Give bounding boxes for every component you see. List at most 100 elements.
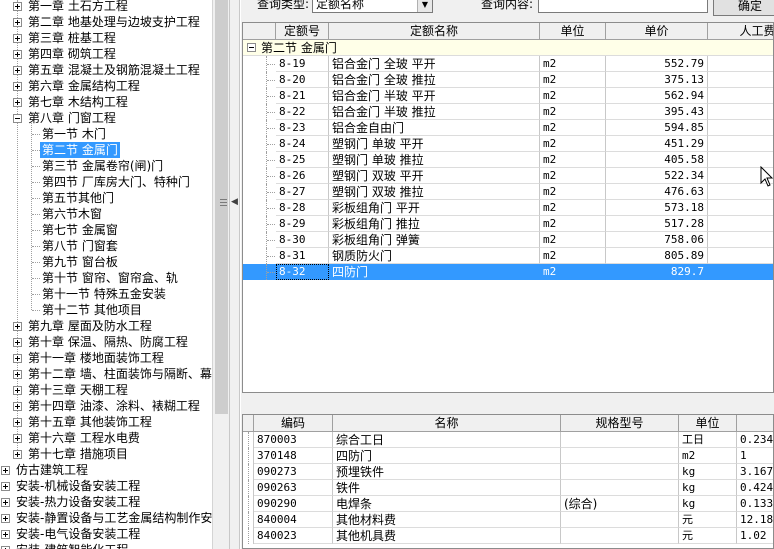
table-row[interactable]: 8-31 钢质防火门 m2 805.89 [243,248,773,264]
tree-item[interactable]: 第十一节 特殊五金安装 [0,286,212,302]
tree-item[interactable]: 第十三章 天棚工程 [0,382,212,398]
tree-item[interactable]: 第三节 金属卷帘(闸)门 [0,158,212,174]
tree-item[interactable]: 仿古建筑工程 [0,462,212,478]
table-row[interactable]: 870003 综合工日 工日 0.234 [243,432,773,448]
collapse-icon[interactable] [13,114,22,123]
group-row[interactable]: 第二节 金属门 [243,40,773,56]
expand-icon[interactable] [13,434,22,443]
tree-item[interactable]: 第七章 木结构工程 [0,94,212,110]
query-content-input[interactable] [538,0,708,13]
expand-icon[interactable] [13,338,22,347]
table-row[interactable]: 8-32 四防门 m2 829.7 [243,264,773,280]
table-row[interactable]: 090273 预埋铁件 kg 3.167 [243,464,773,480]
expand-icon[interactable] [13,18,22,27]
table-row[interactable]: 8-22 铝合金门 半玻 推拉 m2 395.43 [243,104,773,120]
tree-item[interactable]: 第五节其他门 [0,190,212,206]
expand-icon[interactable] [13,322,22,331]
col-labor-cost[interactable]: 人工费 [708,23,773,40]
col-material-code[interactable]: 编码 [254,415,333,432]
query-type-select[interactable]: 定额名称 ▼ [312,0,433,13]
tree-item[interactable]: 第十四章 油漆、涂料、裱糊工程 [0,398,212,414]
table-row[interactable]: 090290 电焊条 (综合) kg 0.133 [243,496,773,512]
table-row[interactable]: 090263 铁件 kg 0.424 [243,480,773,496]
tree-item[interactable]: 第八章 门窗工程 [0,110,212,126]
expand-icon[interactable] [13,34,22,43]
table-row[interactable]: 8-26 塑钢门 双玻 平开 m2 522.34 [243,168,773,184]
col-quota-code[interactable]: 定额号 [276,23,329,40]
expand-icon[interactable] [13,386,22,395]
tree-item[interactable]: 第三章 桩基工程 [0,30,212,46]
tree-item[interactable]: 第十七章 措施项目 [0,446,212,462]
col-spec[interactable]: 规格型号 [561,415,679,432]
expand-icon[interactable] [13,66,22,75]
chapter-tree[interactable]: 第一章 土石方工程 第二章 地基处理与边坡支护工程 第三章 桩基工程 第四章 砌筑工程… [0,0,212,549]
table-row[interactable]: 8-28 彩板组角门 平开 m2 573.18 [243,200,773,216]
tree-item[interactable]: 第七节 金属窗 [0,222,212,238]
expand-icon[interactable] [13,98,22,107]
dropdown-arrow-icon[interactable]: ▼ [417,0,432,12]
tree-item[interactable]: 第一节 木门 [0,126,212,142]
tree-item[interactable]: 安装-热力设备安装工程 [0,494,212,510]
tree-item[interactable]: 第十节 窗帘、窗帘盒、轨 [0,270,212,286]
tree-item[interactable]: 第十二章 墙、柱面装饰与隔断、幕 [0,366,212,382]
material-grid[interactable]: 编码 名称 规格型号 单位 870003 综合工日 工日 0.234 370148 四防门… [242,414,774,549]
tree-item[interactable]: 第十一章 楼地面装饰工程 [0,350,212,366]
tree-item[interactable]: 第二章 地基处理与边坡支护工程 [0,14,212,30]
expand-icon[interactable] [1,514,10,523]
tree-item[interactable]: 第六节木窗 [0,206,212,222]
table-row[interactable]: 8-29 彩板组角门 推拉 m2 517.28 [243,216,773,232]
tree-item[interactable]: 安装-静置设备与工艺金属结构制作安 [0,510,212,526]
tree-item[interactable]: 第一章 土石方工程 [0,0,212,14]
table-row[interactable]: 8-21 铝合金门 半玻 平开 m2 562.94 [243,88,773,104]
tree-item[interactable]: 第四节 厂库房大门、特种门 [0,174,212,190]
tree-item[interactable]: 安装-电气设备安装工程 [0,526,212,542]
tree-vertical-scrollbar[interactable] [212,0,229,549]
tree-item[interactable]: 第十二节 其他项目 [0,302,212,318]
table-row[interactable]: 8-27 塑钢门 双玻 推拉 m2 476.63 [243,184,773,200]
expand-icon[interactable] [13,50,22,59]
confirm-button[interactable]: 确定 [713,0,774,16]
tree-item[interactable]: 第五章 混凝土及钢筋混凝土工程 [0,62,212,78]
expand-icon[interactable] [13,2,22,11]
table-row[interactable]: 8-25 塑钢门 单玻 推拉 m2 405.58 [243,152,773,168]
table-row[interactable]: 8-30 彩板组角门 弹簧 m2 758.06 [243,232,773,248]
table-row[interactable]: 8-20 铝合金门 全玻 推拉 m2 375.13 [243,72,773,88]
col-material-name[interactable]: 名称 [333,415,561,432]
tree-item[interactable]: 第六章 金属结构工程 [0,78,212,94]
tree-item[interactable]: 第九节 窗台板 [0,254,212,270]
col-quantity[interactable] [737,415,773,432]
tree-item[interactable]: 安装-建筑智能化工程 [0,542,212,549]
collapse-group-icon[interactable] [247,43,256,52]
table-row[interactable]: 840004 其他材料费 元 12.18 [243,512,773,528]
table-row[interactable]: 840023 其他机具费 元 1.02 [243,528,773,544]
tree-item[interactable]: 第十六章 工程水电费 [0,430,212,446]
col-price[interactable]: 单价 [606,23,708,40]
expand-icon[interactable] [1,482,10,491]
expand-icon[interactable] [13,370,22,379]
expand-icon[interactable] [1,498,10,507]
tree-item[interactable]: 安装-机械设备安装工程 [0,478,212,494]
expand-icon[interactable] [13,402,22,411]
quota-grid[interactable]: 定额号 定额名称 单位 单价 人工费 第二节 金属门 8-19 铝合金门 全玻 平… [242,22,774,393]
col-material-unit[interactable]: 单位 [679,415,737,432]
expand-icon[interactable] [13,82,22,91]
table-row[interactable]: 8-19 铝合金门 全玻 平开 m2 552.79 [243,56,773,72]
tree-scroll-thumb[interactable] [215,0,228,414]
collapse-left-arrow-icon[interactable]: ◀ [231,197,238,207]
tree-item[interactable]: 第二节 金属门 [0,142,212,158]
tree-item[interactable]: 第十章 保温、隔热、防腐工程 [0,334,212,350]
table-row[interactable]: 8-24 塑钢门 单玻 平开 m2 451.29 [243,136,773,152]
expand-icon[interactable] [1,466,10,475]
tree-item[interactable]: 第九章 屋面及防水工程 [0,318,212,334]
expand-icon[interactable] [13,418,22,427]
panel-splitter[interactable]: ◀ [229,0,240,549]
tree-item[interactable]: 第八节 门窗套 [0,238,212,254]
expand-icon[interactable] [13,354,22,363]
table-row[interactable]: 370148 四防门 m2 1 [243,448,773,464]
table-row[interactable]: 8-23 铝合金自由门 m2 594.85 [243,120,773,136]
col-quota-name[interactable]: 定额名称 [329,23,540,40]
tree-item[interactable]: 第十五章 其他装饰工程 [0,414,212,430]
tree-item[interactable]: 第四章 砌筑工程 [0,46,212,62]
expand-icon[interactable] [1,530,10,539]
expand-icon[interactable] [13,450,22,459]
